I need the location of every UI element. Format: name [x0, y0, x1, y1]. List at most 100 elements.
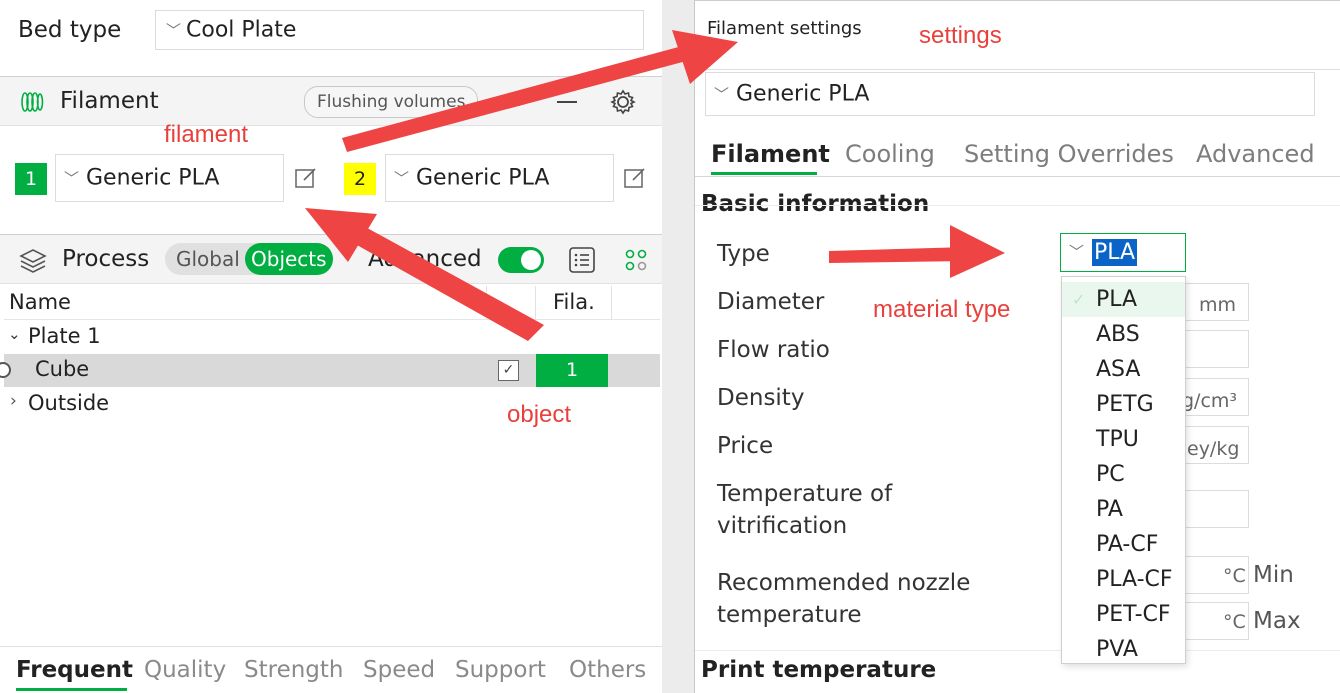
bed-type-value: Cool Plate: [186, 17, 297, 43]
global-scope-option[interactable]: Global: [176, 243, 240, 275]
flow-ratio-label: Flow ratio: [717, 337, 830, 363]
material-type-options: ✓ PLA ABS ASA PETG TPU PC PA PA-CF PLA-C…: [1061, 276, 1186, 664]
tab-support[interactable]: Support: [455, 657, 546, 683]
checkbox[interactable]: ✓: [498, 360, 519, 381]
chevron-down-icon[interactable]: ⌄: [8, 325, 21, 343]
vitrification-label-line2: vitrification: [717, 513, 848, 539]
option-petg[interactable]: PETG: [1062, 387, 1185, 422]
process-section-header: Process Global Objects Advanced: [0, 234, 662, 284]
nozzle-temp-label-line1: Recommended nozzle: [717, 570, 971, 596]
add-filament-button[interactable]: +: [510, 87, 528, 112]
edit-icon[interactable]: [623, 166, 647, 190]
remove-filament-button[interactable]: [557, 101, 577, 103]
bed-type-label: Bed type: [18, 17, 122, 43]
object-table-header: Name Fila.: [4, 286, 660, 320]
tab-frequent[interactable]: Frequent: [16, 657, 133, 683]
tab-others[interactable]: Others: [569, 657, 646, 683]
filament-slot-2-badge[interactable]: 2: [344, 163, 376, 195]
filament-slot-1-preset-select[interactable]: ﹀ Generic PLA: [55, 154, 284, 202]
filament-slot-2-preset: Generic PLA: [416, 165, 550, 191]
process-tabs: Frequent Quality Strength Speed Support …: [0, 646, 662, 693]
annotation-material-type: material type: [873, 296, 1011, 323]
option-pla-cf[interactable]: PLA-CF: [1062, 562, 1185, 597]
chevron-right-icon[interactable]: ›: [10, 391, 17, 411]
diameter-label: Diameter: [717, 289, 825, 315]
option-tpu[interactable]: TPU: [1062, 422, 1185, 457]
option-pa[interactable]: PA: [1062, 492, 1185, 527]
bed-type-select[interactable]: ﹀ Cool Plate: [155, 10, 644, 50]
filament-column-header[interactable]: Fila.: [553, 290, 595, 314]
price-unit: ey/kg: [1187, 438, 1240, 460]
nozzle-max-label: Max: [1253, 608, 1301, 634]
density-label: Density: [717, 385, 805, 411]
object-filament-badge[interactable]: 1: [536, 354, 608, 387]
flushing-volumes-button[interactable]: Flushing volumes: [304, 86, 479, 118]
option-abs[interactable]: ABS: [1062, 317, 1185, 352]
tab-strength[interactable]: Strength: [244, 657, 344, 683]
outside-row-label: Outside: [28, 391, 110, 415]
filament-spool-icon: [21, 92, 44, 112]
chevron-down-icon: ﹀: [166, 21, 182, 40]
option-asa[interactable]: ASA: [1062, 352, 1185, 387]
process-section-title: Process: [62, 246, 150, 272]
material-type-select[interactable]: ﹀ PLA: [1060, 233, 1186, 272]
nozzle-min-label: Min: [1253, 562, 1294, 588]
density-unit: g/cm³: [1182, 390, 1238, 412]
advanced-label: Advanced: [368, 246, 482, 272]
filament-preset-select[interactable]: ﹀ Generic PLA: [705, 72, 1315, 116]
dialog-title-bar: Filament settings: [695, 0, 1340, 70]
price-label: Price: [717, 433, 774, 459]
type-label: Type: [717, 241, 770, 267]
gear-icon[interactable]: [610, 89, 636, 115]
vitrification-label-line1: Temperature of: [717, 481, 893, 507]
layers-icon: [19, 249, 47, 273]
panel-gap: [662, 0, 694, 693]
nozzle-temp-label-line2: temperature: [717, 602, 862, 628]
option-pla[interactable]: ✓ PLA: [1062, 282, 1185, 317]
list-icon[interactable]: [568, 246, 596, 274]
option-pc[interactable]: PC: [1062, 457, 1185, 492]
annotation-settings: settings: [919, 22, 1002, 49]
diameter-unit: mm: [1199, 294, 1237, 316]
tab-advanced[interactable]: Advanced: [1196, 140, 1315, 168]
drag-handle[interactable]: [0, 362, 11, 378]
active-tab-indicator: [711, 172, 817, 175]
filament-slot-2-preset-select[interactable]: ﹀ Generic PLA: [385, 154, 614, 202]
chevron-down-icon: ﹀: [1069, 243, 1085, 261]
left-sidebar: Bed type ﹀ Cool Plate Filament Flushing …: [0, 0, 662, 693]
tab-filament[interactable]: Filament: [711, 140, 830, 168]
paint-icon[interactable]: [623, 247, 649, 273]
annotation-filament: filament: [164, 121, 249, 148]
process-scope-toggle[interactable]: Global Objects: [165, 243, 333, 275]
table-row[interactable]: ⌄ Plate 1: [4, 322, 660, 354]
tab-cooling[interactable]: Cooling: [845, 140, 935, 168]
filament-settings-dialog: Filament settings ﹀ Generic PLA Filament…: [694, 0, 1340, 693]
advanced-toggle[interactable]: [498, 247, 544, 273]
nozzle-max-celsius-unit: °C: [1223, 611, 1246, 633]
tab-speed[interactable]: Speed: [363, 657, 435, 683]
objects-scope-option[interactable]: Objects: [245, 243, 333, 275]
material-type-value: PLA: [1092, 239, 1138, 266]
active-tab-indicator: [16, 688, 127, 691]
section-heading: Basic information: [701, 191, 930, 217]
tab-setting-overrides[interactable]: Setting Overrides: [964, 140, 1174, 168]
option-pa-cf[interactable]: PA-CF: [1062, 527, 1185, 562]
plate-row-label: Plate 1: [28, 324, 101, 348]
filament-slot-1-preset: Generic PLA: [86, 165, 220, 191]
option-pet-cf[interactable]: PET-CF: [1062, 597, 1185, 632]
chevron-down-icon: ﹀: [64, 169, 80, 188]
filament-slot-1-badge[interactable]: 1: [15, 163, 47, 195]
tab-quality[interactable]: Quality: [144, 657, 226, 683]
table-row[interactable]: Cube ✓ 1: [0, 354, 660, 387]
name-column-header[interactable]: Name: [9, 290, 71, 314]
chevron-down-icon: ﹀: [394, 169, 410, 188]
annotation-object: object: [507, 401, 572, 428]
option-pva[interactable]: PVA: [1062, 632, 1185, 667]
filament-section-header: Filament Flushing volumes +: [0, 76, 662, 126]
filament-section-title: Filament: [60, 88, 159, 114]
chevron-down-icon: ﹀: [714, 85, 730, 104]
print-temperature-heading: Print temperature: [701, 657, 937, 683]
dialog-title: Filament settings: [707, 18, 862, 39]
edit-icon[interactable]: [294, 166, 318, 190]
nozzle-min-celsius-unit: °C: [1223, 565, 1246, 587]
